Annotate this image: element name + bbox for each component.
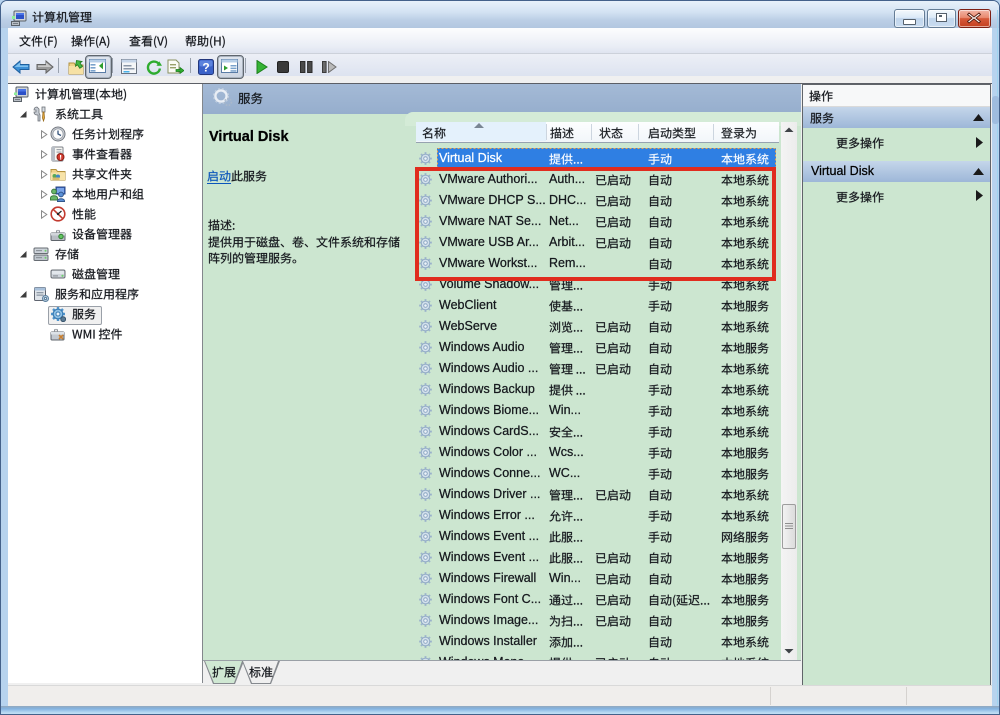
svg-text:?: ?: [202, 61, 209, 75]
